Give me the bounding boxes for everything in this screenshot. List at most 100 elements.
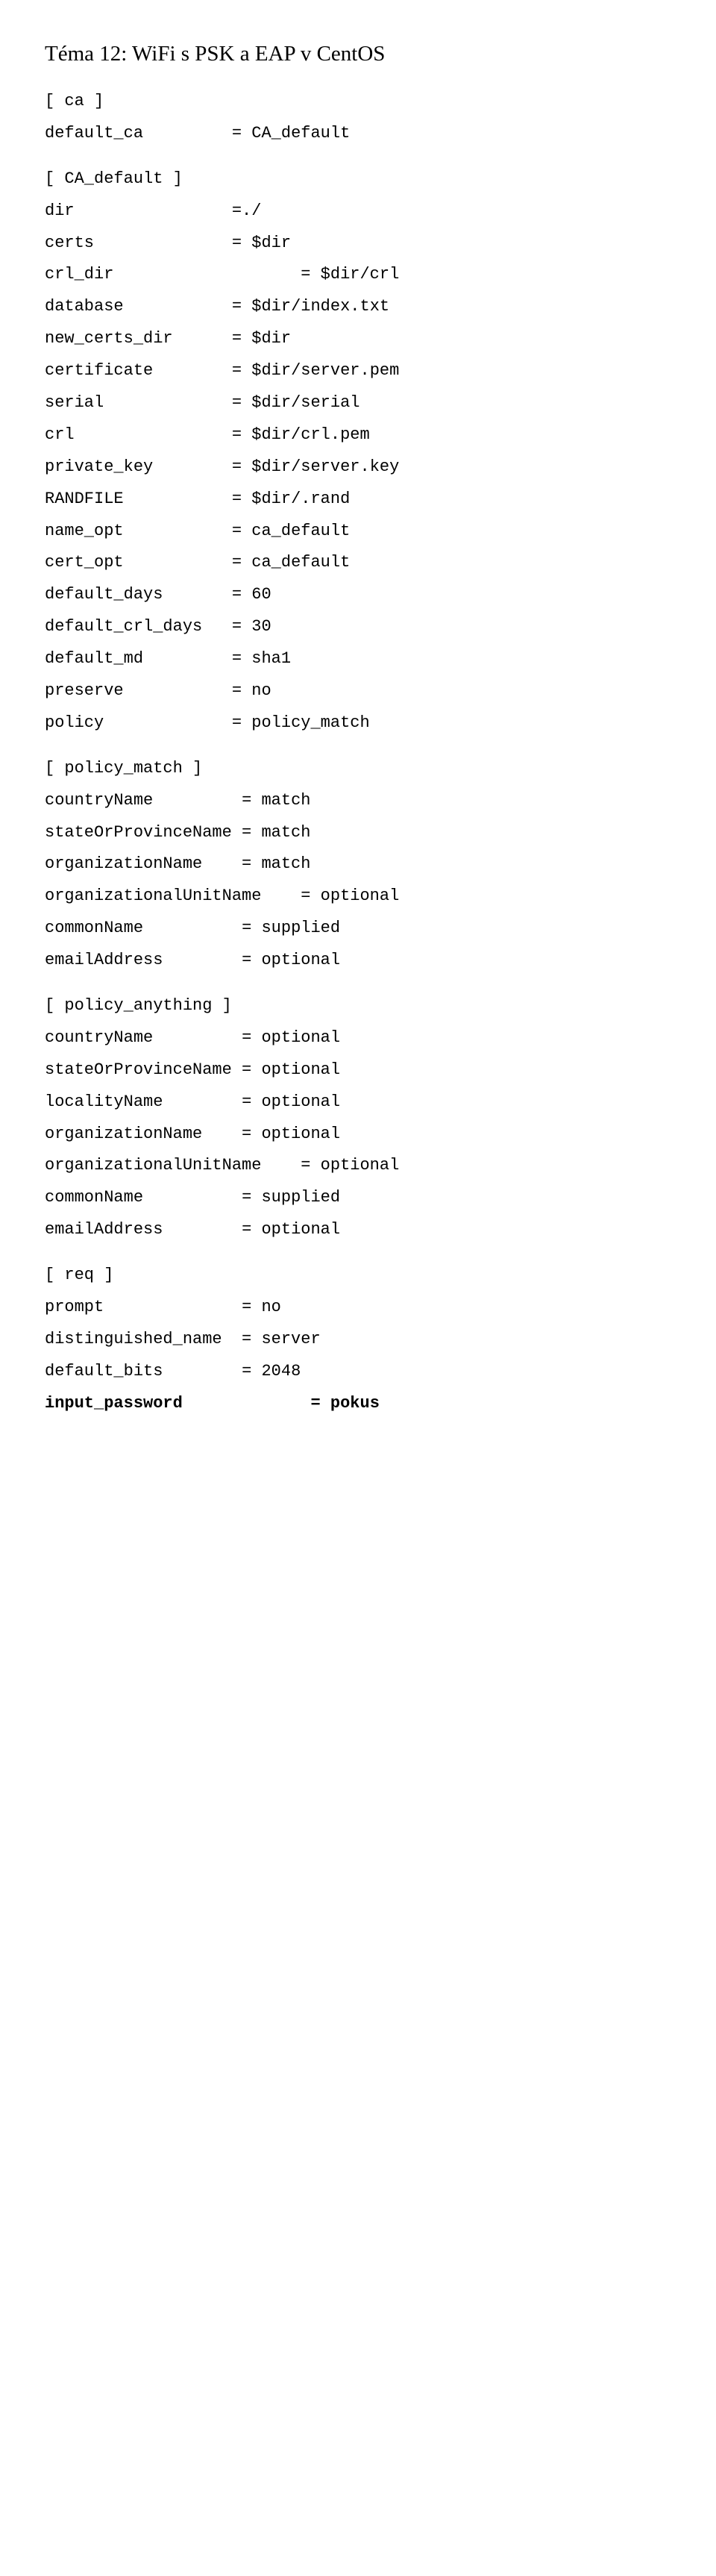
config-row: name_opt = ca_default bbox=[45, 516, 671, 548]
section-header: [ CA_default ] bbox=[45, 163, 671, 196]
config-value: = pokus bbox=[310, 1394, 379, 1413]
config-value: = $dir bbox=[232, 329, 291, 348]
config-row: policy = policy_match bbox=[45, 707, 671, 740]
config-key: database bbox=[45, 297, 124, 316]
config-value: = sha1 bbox=[232, 649, 291, 668]
section-header: [ policy_match ] bbox=[45, 753, 671, 785]
config-key: name_opt bbox=[45, 522, 124, 540]
config-row: localityName = optional bbox=[45, 1087, 671, 1119]
config-key: emailAddress bbox=[45, 1220, 163, 1239]
config-pad bbox=[232, 823, 242, 842]
config-row: default_md = sha1 bbox=[45, 643, 671, 675]
config-value: = no bbox=[232, 681, 271, 700]
config-row: crl_dir = $dir/crl bbox=[45, 259, 671, 291]
config-value: =./ bbox=[232, 201, 262, 220]
config-pad bbox=[94, 234, 232, 252]
config-row: stateOrProvinceName = match bbox=[45, 817, 671, 849]
config-key: default_md bbox=[45, 649, 143, 668]
config-key: input_password bbox=[45, 1394, 183, 1413]
config-pad bbox=[75, 201, 232, 220]
config-section: [ policy_anything ]countryName = optiona… bbox=[45, 990, 671, 1246]
config-pad bbox=[261, 887, 301, 905]
config-pad bbox=[104, 713, 232, 732]
config-value: = $dir/crl bbox=[301, 265, 399, 284]
config-key: stateOrProvinceName bbox=[45, 1060, 232, 1079]
config-pad bbox=[163, 585, 231, 604]
config-row: input_password = pokus bbox=[45, 1388, 671, 1420]
config-pad bbox=[113, 265, 301, 284]
config-value: = $dir bbox=[232, 234, 291, 252]
config-value: = $dir/index.txt bbox=[232, 297, 389, 316]
config-row: organizationalUnitName = optional bbox=[45, 1150, 671, 1182]
config-row: commonName = supplied bbox=[45, 1182, 671, 1214]
config-key: default_days bbox=[45, 585, 163, 604]
config-section: [ req ]prompt = nodistinguished_name = s… bbox=[45, 1260, 671, 1419]
config-pad bbox=[124, 681, 232, 700]
config-key: countryName bbox=[45, 1028, 153, 1047]
config-pad bbox=[104, 1298, 242, 1316]
config-key: dir bbox=[45, 201, 75, 220]
config-key: preserve bbox=[45, 681, 124, 700]
config-key: RANDFILE bbox=[45, 490, 124, 508]
config-row: default_ca = CA_default bbox=[45, 118, 671, 150]
config-key: default_ca bbox=[45, 124, 143, 143]
config-key: cert_opt bbox=[45, 553, 124, 572]
config-pad bbox=[153, 1028, 242, 1047]
config-row: prompt = no bbox=[45, 1292, 671, 1324]
config-key: localityName bbox=[45, 1092, 163, 1111]
config-row: new_certs_dir = $dir bbox=[45, 323, 671, 355]
config-value: = $dir/crl.pem bbox=[232, 425, 370, 444]
config-pad bbox=[222, 1330, 242, 1348]
config-value: = match bbox=[242, 823, 310, 842]
config-key: countryName bbox=[45, 791, 153, 810]
config-key: organizationalUnitName bbox=[45, 887, 261, 905]
config-row: crl = $dir/crl.pem bbox=[45, 419, 671, 451]
config-row: organizationName = optional bbox=[45, 1119, 671, 1151]
config-row: certs = $dir bbox=[45, 228, 671, 260]
config-pad bbox=[153, 361, 232, 380]
config-pad bbox=[153, 457, 232, 476]
config-pad bbox=[124, 297, 232, 316]
config-row: preserve = no bbox=[45, 675, 671, 707]
config-key: private_key bbox=[45, 457, 153, 476]
config-key: commonName bbox=[45, 1188, 143, 1207]
config-value: = ca_default bbox=[232, 553, 350, 572]
config-value: = $dir/.rand bbox=[232, 490, 350, 508]
config-row: certificate = $dir/server.pem bbox=[45, 355, 671, 387]
section-header: [ ca ] bbox=[45, 86, 671, 118]
config-row: RANDFILE = $dir/.rand bbox=[45, 484, 671, 516]
config-pad bbox=[143, 649, 232, 668]
config-value: = $dir/server.key bbox=[232, 457, 399, 476]
config-pad bbox=[104, 393, 232, 412]
config-row: dir =./ bbox=[45, 196, 671, 228]
config-row: database = $dir/index.txt bbox=[45, 291, 671, 323]
config-pad bbox=[261, 1156, 301, 1175]
config-value: = match bbox=[242, 854, 310, 873]
config-row: serial = $dir/serial bbox=[45, 387, 671, 419]
config-pad bbox=[163, 951, 242, 969]
config-value: = optional bbox=[301, 887, 399, 905]
config-pad bbox=[163, 1092, 242, 1111]
config-pad bbox=[183, 1394, 311, 1413]
config-value: = optional bbox=[242, 1220, 340, 1239]
config-pad bbox=[163, 1362, 242, 1381]
config-value: = supplied bbox=[242, 1188, 340, 1207]
config-pad bbox=[173, 329, 232, 348]
config-key: serial bbox=[45, 393, 104, 412]
config-row: emailAddress = optional bbox=[45, 945, 671, 977]
config-key: policy bbox=[45, 713, 104, 732]
config-pad bbox=[143, 1188, 242, 1207]
config-key: crl_dir bbox=[45, 265, 113, 284]
config-row: emailAddress = optional bbox=[45, 1214, 671, 1246]
config-row: default_days = 60 bbox=[45, 579, 671, 611]
config-row: commonName = supplied bbox=[45, 913, 671, 945]
config-value: = policy_match bbox=[232, 713, 370, 732]
config-key: commonName bbox=[45, 919, 143, 937]
config-key: new_certs_dir bbox=[45, 329, 173, 348]
config-row: cert_opt = ca_default bbox=[45, 547, 671, 579]
config-row: countryName = match bbox=[45, 785, 671, 817]
config-body: [ ca ]default_ca = CA_default [ CA_defaul… bbox=[45, 86, 671, 1420]
config-key: crl bbox=[45, 425, 75, 444]
config-value: = optional bbox=[242, 951, 340, 969]
config-value: = $dir/server.pem bbox=[232, 361, 399, 380]
